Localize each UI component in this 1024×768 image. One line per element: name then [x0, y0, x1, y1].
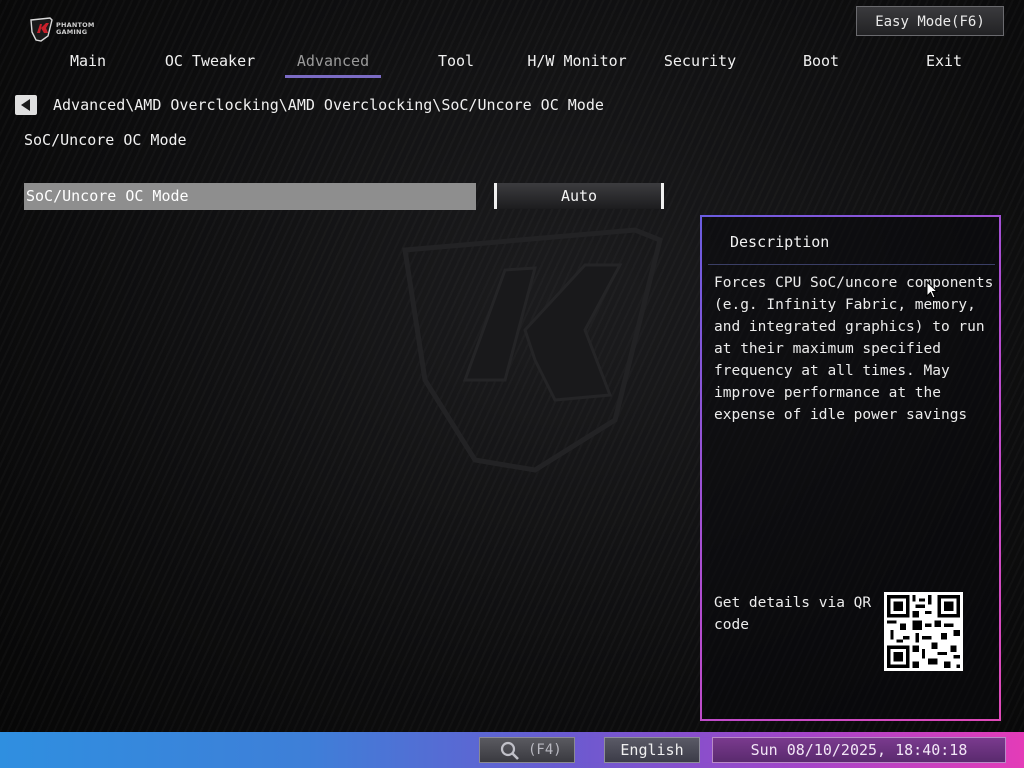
tab-main[interactable]: Main	[50, 48, 126, 78]
brand-wordmark: PHANTOM GAMING	[56, 22, 95, 36]
search-shortcut-label: (F4)	[528, 742, 562, 758]
breadcrumb: Advanced\AMD Overclocking\AMD Overclocki…	[53, 96, 604, 114]
search-icon	[500, 741, 519, 760]
tab-security[interactable]: Security	[654, 48, 746, 78]
phantom-gaming-logo-icon	[30, 17, 53, 42]
main-tabs: Main OC Tweaker Advanced Tool H/W Monito…	[28, 48, 1004, 80]
tab-oc-tweaker[interactable]: OC Tweaker	[160, 48, 260, 78]
tab-tool[interactable]: Tool	[416, 48, 496, 78]
description-panel: Description Forces CPU SoC/uncore compon…	[700, 215, 1001, 721]
tab-hw-monitor[interactable]: H/W Monitor	[524, 48, 630, 78]
page-title: SoC/Uncore OC Mode	[24, 131, 187, 149]
brand-logo: PHANTOM GAMING	[28, 16, 108, 44]
tab-advanced[interactable]: Advanced	[285, 48, 381, 78]
tab-exit[interactable]: Exit	[904, 48, 984, 78]
search-button[interactable]: (F4)	[479, 737, 575, 763]
description-title: Description	[730, 233, 830, 251]
qr-code-icon	[884, 592, 963, 671]
mouse-pointer-icon	[926, 281, 938, 299]
easy-mode-button[interactable]: Easy Mode(F6)	[856, 6, 1004, 36]
brand-line2: GAMING	[56, 28, 88, 36]
back-arrow-icon	[21, 99, 30, 111]
description-divider	[708, 264, 995, 265]
datetime-display: Sun 08/10/2025, 18:40:18	[712, 737, 1006, 763]
background-logo-watermark	[402, 227, 663, 473]
setting-soc-uncore-oc-mode[interactable]: SoC/Uncore OC Mode	[24, 183, 476, 210]
tab-boot[interactable]: Boot	[781, 48, 861, 78]
language-button[interactable]: English	[604, 737, 700, 763]
description-text: Forces CPU SoC/uncore components (e.g. I…	[714, 275, 994, 423]
active-tab-indicator	[285, 75, 381, 78]
qr-caption: Get details via QR code	[714, 595, 872, 633]
setting-value-selector[interactable]: Auto	[494, 183, 664, 209]
back-button[interactable]	[15, 95, 37, 115]
